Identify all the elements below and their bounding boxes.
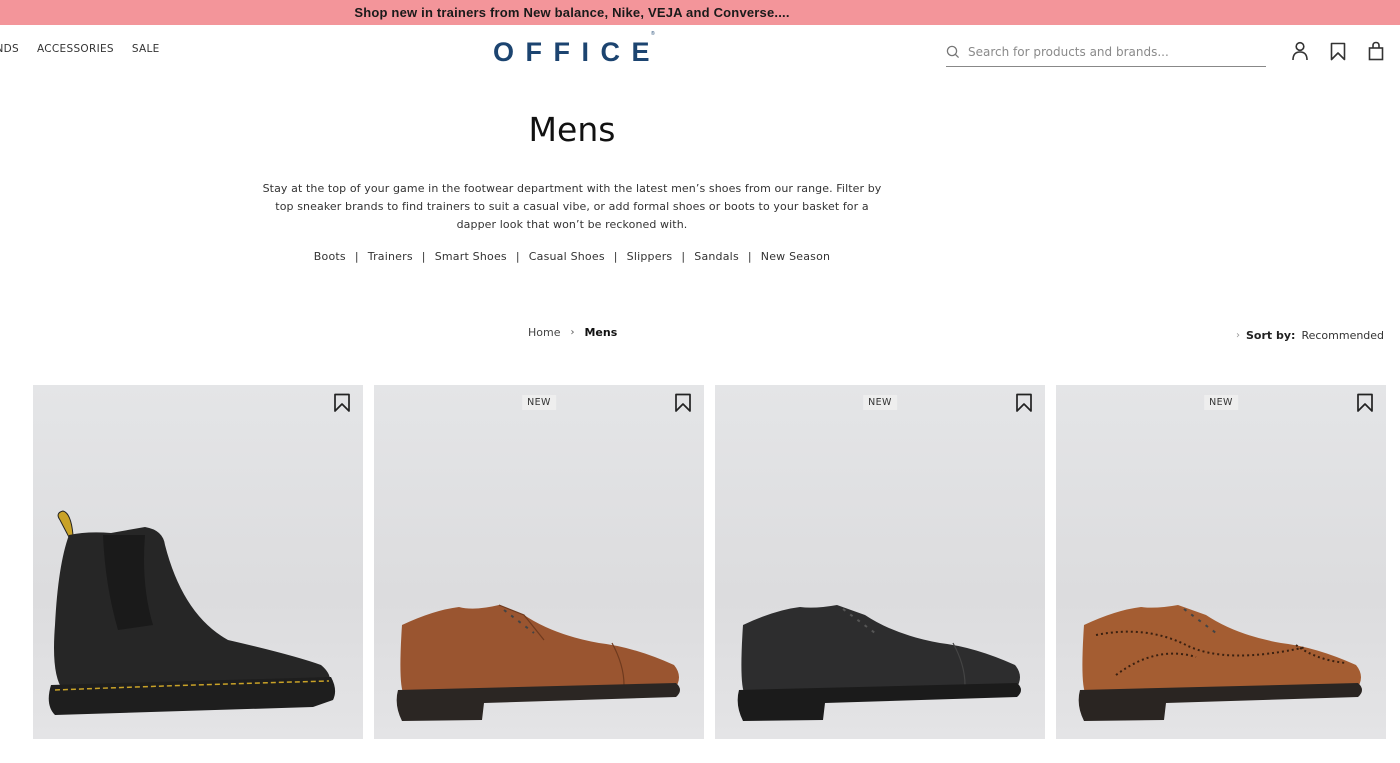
nav-item-sale[interactable]: SALE [132, 43, 160, 55]
category-link-sandals[interactable]: Sandals [694, 250, 739, 263]
logo-text: OFFICE [493, 37, 661, 67]
wishlist-icon[interactable] [1328, 40, 1348, 62]
main-nav: ANDS ACCESSORIES SALE [0, 43, 160, 55]
divider: | [613, 250, 618, 263]
wishlist-icon[interactable] [674, 393, 692, 413]
divider: | [421, 250, 426, 263]
promo-text[interactable]: Shop new in trainers from New balance, N… [354, 5, 789, 20]
breadcrumb-home[interactable]: Home [528, 326, 560, 339]
product-card[interactable]: NEW [715, 385, 1045, 739]
product-image [1078, 605, 1362, 721]
category-link-boots[interactable]: Boots [314, 250, 346, 263]
divider: | [515, 250, 520, 263]
category-links: Boots | Trainers | Smart Shoes | Casual Sho… [0, 250, 1144, 263]
search-icon[interactable] [946, 45, 960, 59]
chevron-right-icon: › [570, 327, 575, 338]
product-grid: NEW NEW NEW [33, 385, 1386, 739]
category-link-slippers[interactable]: Slippers [627, 250, 673, 263]
breadcrumb: Home › Mens [528, 326, 617, 339]
product-image [48, 510, 336, 715]
office-logo[interactable]: OFFICE® [493, 31, 665, 68]
sort-value: Recommended [1301, 329, 1385, 342]
wishlist-icon[interactable] [333, 393, 351, 413]
new-badge: NEW [1204, 395, 1238, 410]
new-badge: NEW [863, 395, 897, 410]
category-description: Stay at the top of your game in the foot… [262, 182, 882, 231]
search-bar [946, 38, 1266, 67]
category-link-new-season[interactable]: New Season [761, 250, 830, 263]
category-link-casual-shoes[interactable]: Casual Shoes [529, 250, 605, 263]
product-card[interactable]: NEW [374, 385, 704, 739]
product-card[interactable]: NEW [1056, 385, 1386, 739]
header-icons [1290, 40, 1386, 62]
wishlist-icon[interactable] [1356, 393, 1374, 413]
product-image [396, 604, 680, 721]
promo-banner[interactable]: Shop new in trainers from New balance, N… [0, 0, 1400, 25]
sort-label: Sort by: [1246, 329, 1296, 342]
account-icon[interactable] [1290, 40, 1310, 62]
nav-item-brands[interactable]: ANDS [0, 43, 19, 55]
registered-mark: ® [651, 31, 655, 37]
nav-item-accessories[interactable]: ACCESSORIES [37, 43, 114, 55]
product-image [737, 605, 1021, 721]
sort-dropdown[interactable]: › Sort by: Recommended [1236, 329, 1384, 342]
divider: | [354, 250, 359, 263]
wishlist-icon[interactable] [1015, 393, 1033, 413]
product-card[interactable] [33, 385, 363, 739]
breadcrumb-current: Mens [584, 326, 618, 339]
chevron-right-icon: › [1236, 330, 1240, 341]
divider: | [747, 250, 752, 263]
category-link-trainers[interactable]: Trainers [368, 250, 413, 263]
new-badge: NEW [522, 395, 556, 410]
search-input[interactable] [968, 45, 1248, 59]
page-title: Mens [528, 110, 616, 149]
divider: | [681, 250, 686, 263]
basket-icon[interactable] [1366, 40, 1386, 62]
category-link-smart-shoes[interactable]: Smart Shoes [435, 250, 507, 263]
